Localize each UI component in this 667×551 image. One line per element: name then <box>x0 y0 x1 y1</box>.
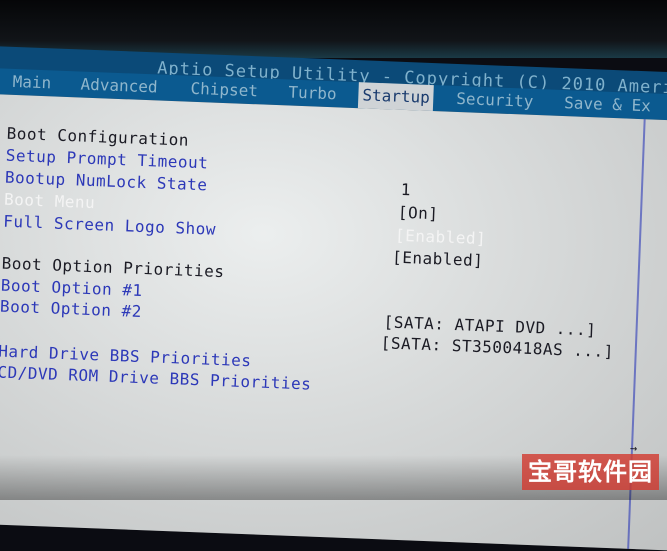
tab-main[interactable]: Main <box>12 72 51 92</box>
tab-security[interactable]: Security <box>456 89 534 111</box>
tab-save-exit[interactable]: Save & Ex <box>564 93 651 115</box>
tab-turbo[interactable]: Turbo <box>288 82 337 103</box>
watermark-logo: 宝哥软件园 <box>522 454 659 490</box>
boot-menu-value[interactable]: [Enabled] <box>395 226 487 248</box>
full-screen-logo-show-value[interactable]: [Enabled] <box>392 248 484 270</box>
setup-prompt-timeout-value[interactable]: 1 <box>400 180 411 199</box>
boot-menu-label[interactable]: Boot Menu <box>4 190 96 212</box>
tab-advanced[interactable]: Advanced <box>80 75 158 97</box>
help-arrow-icon: → <box>629 440 638 456</box>
tab-startup[interactable]: Startup <box>357 82 435 112</box>
tab-chipset[interactable]: Chipset <box>190 79 258 101</box>
bootup-numlock-state-value[interactable]: [On] <box>398 203 439 224</box>
